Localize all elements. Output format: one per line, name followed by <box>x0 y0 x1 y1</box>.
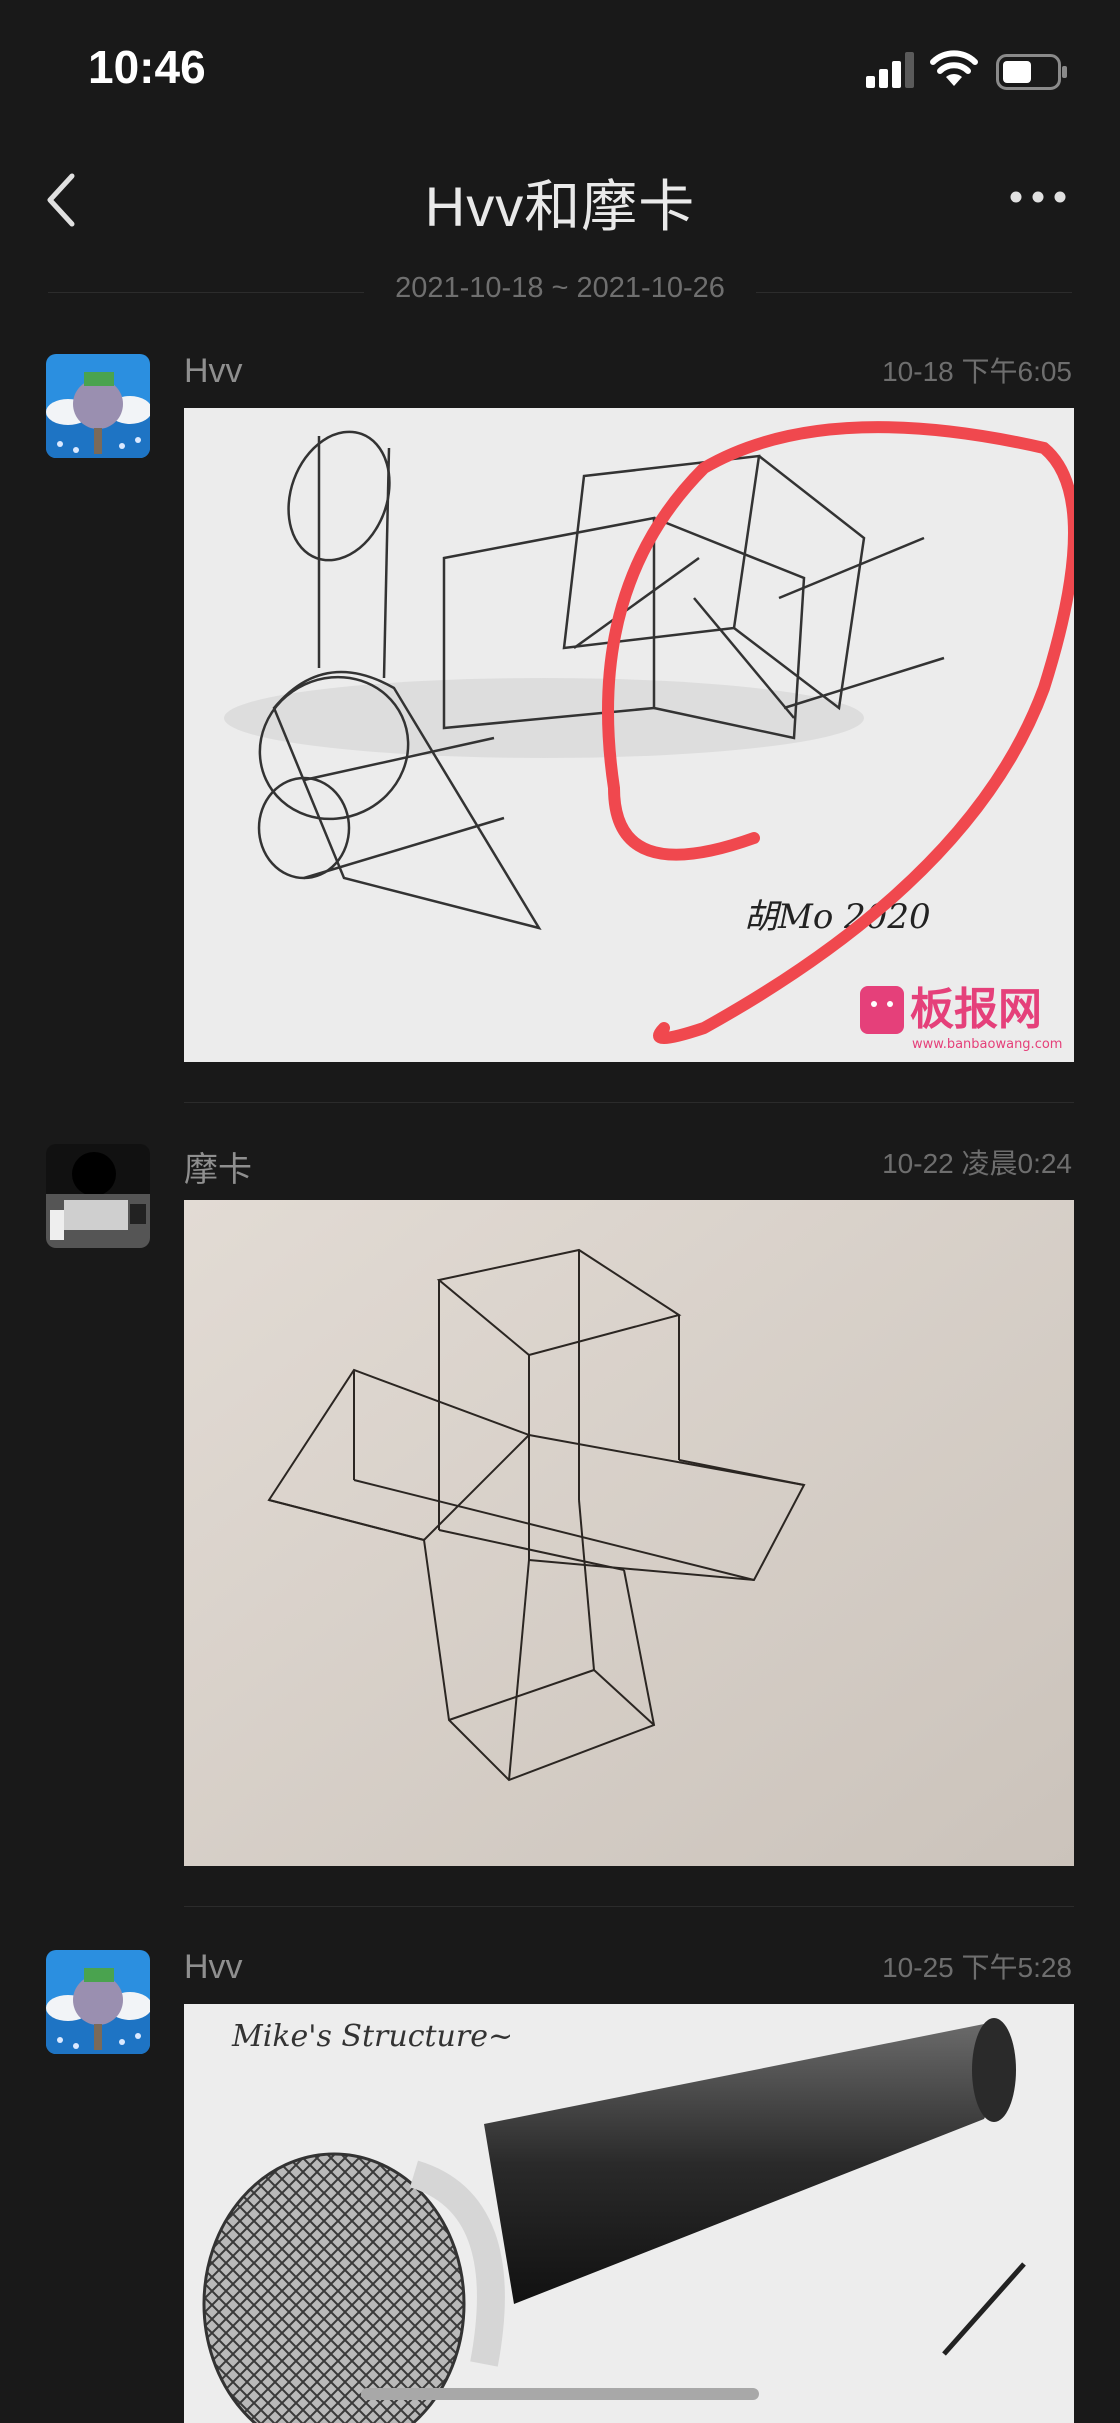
status-bar: 10:46 <box>0 0 1120 140</box>
chat-history-page: 10:46 Hvv和摩卡 2021-10-18 ~ 2021-10-26 Hvv… <box>0 0 1120 2423</box>
cellular-signal-icon <box>866 52 914 88</box>
avatar-image <box>46 1144 150 1248</box>
message-time: 10-25 下午5:28 <box>882 1952 1072 1983</box>
photo-sketch-microphone[interactable]: Mike's Structure~ <box>184 2004 1074 2423</box>
sketch-image: 胡Mo 2020 板报网 www.banbaowang.com <box>184 408 1074 1062</box>
sender-name: Hvv <box>184 352 243 390</box>
status-time: 10:46 <box>88 41 206 93</box>
battery-icon <box>996 54 1067 90</box>
sender-name: 摩卡 <box>184 1151 252 1189</box>
watermark-url: www.banbaowang.com <box>912 1037 1062 1052</box>
divider <box>756 292 1072 293</box>
avatar[interactable] <box>46 1950 150 2054</box>
message-time: 10-18 下午6:05 <box>882 356 1072 387</box>
nav-bar: Hvv和摩卡 <box>0 140 1120 260</box>
sender-name: Hvv <box>184 1948 243 1986</box>
avatar-image <box>46 354 150 458</box>
more-dots-icon[interactable] <box>1008 182 1068 212</box>
avatar[interactable] <box>46 1144 150 1248</box>
wifi-icon <box>930 50 978 86</box>
page-title: Hvv和摩卡 <box>424 175 696 238</box>
cat-logo-icon <box>860 986 904 1034</box>
sketch-image <box>184 1200 1074 1866</box>
photo-sketch-geometric-shapes[interactable]: 胡Mo 2020 板报网 www.banbaowang.com <box>184 408 1074 1062</box>
divider <box>184 1906 1074 1907</box>
image-caption: Mike's Structure~ <box>231 2019 513 2054</box>
photo-sketch-box-cross[interactable] <box>184 1200 1074 1866</box>
watermark-text: 板报网 <box>910 984 1042 1035</box>
date-range-header: 2021-10-18 ~ 2021-10-26 <box>48 262 1072 322</box>
avatar[interactable] <box>46 354 150 458</box>
avatar-image <box>46 1950 150 2054</box>
image-signature: 胡Mo 2020 <box>744 897 931 937</box>
home-indicator[interactable] <box>361 2388 759 2400</box>
date-range-label: 2021-10-18 ~ 2021-10-26 <box>395 272 725 304</box>
divider <box>184 1102 1074 1103</box>
message-time: 10-22 凌晨0:24 <box>882 1148 1072 1179</box>
sketch-image: Mike's Structure~ <box>184 2004 1074 2423</box>
